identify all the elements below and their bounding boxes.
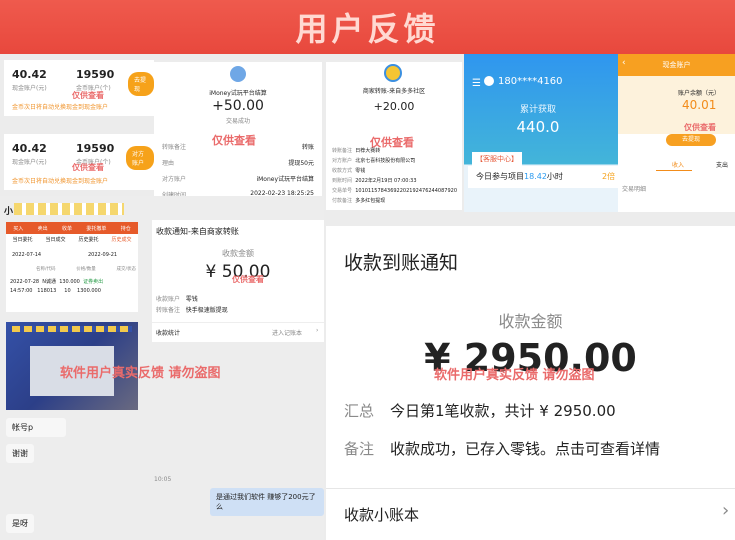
amount-label: 收款金额 <box>222 249 254 258</box>
balance-area <box>618 76 735 134</box>
cash-amount: 40.42 <box>12 142 47 155</box>
note-text: 收款成功，已存入零钱。点击可查看详情 <box>390 440 661 458</box>
chat-contact-name: 小 <box>4 207 14 217</box>
banner: 用户反馈 <box>0 0 735 54</box>
cash-header: ‹ 现金账户 <box>618 54 735 76</box>
table-row: 2022-07-28 N诚通 130.000 证券卖出 14:57:00 118… <box>10 279 104 294</box>
watermark: 仅供查看 <box>232 275 264 284</box>
receipt-amount: +20.00 <box>373 100 415 113</box>
footer-left: 收款统计 <box>156 330 181 337</box>
cash-label: 现金账户(元) <box>12 159 47 166</box>
thanks-bubble: 谢谢 <box>6 444 34 463</box>
account-button[interactable]: 对方账户 <box>126 146 154 170</box>
trading-tabs: 买入 卖出 收单 委托撤单 持仓 <box>6 222 138 234</box>
wallet-card-a: 40.42 现金账户(元) 19590 金币账户(个) 去提现 金币次日将自动兑… <box>4 60 154 116</box>
receipt-imoney: iMoney试玩平台结算 +50.00 交易成功 仅供查看 转账备注 转账 理由提… <box>154 62 322 218</box>
detail-list: 转账备注 日荐大赛转 对方账户 北京七喜科技股份有限公司 收款方式 零钱 到账时… <box>332 148 457 204</box>
total-amount: 440.0 <box>516 118 560 136</box>
detail-row: 转账备注 转账 <box>162 144 314 151</box>
withdraw-button[interactable]: 去提现 <box>128 72 154 96</box>
detail-row: 对方账户 iMoney试玩平台结算 <box>162 176 314 183</box>
cash-account-screen: ‹ 现金账户 账户余额（元） 40.01 仅供查看 去提现 收入 支出 交易明细 <box>618 54 735 212</box>
notice-card-big: 收款到账通知 收款金额 ¥ 2950.00 软件用户真实反馈 请勿盗图 汇总 今… <box>326 226 735 540</box>
amount-label: 收款金额 <box>498 312 563 331</box>
chevron-right-icon: › <box>722 500 730 521</box>
blurred-name <box>14 203 124 215</box>
watermark: 仅供查看 <box>72 163 104 172</box>
ledger-link[interactable]: 进入记账本 <box>272 328 302 337</box>
phone-number: 180****4160 <box>498 76 563 87</box>
receipt-amount: +50.00 <box>212 98 264 114</box>
reply-bubble: 是通过我们软件 赚够了200元了么 <box>210 488 324 516</box>
detail-label: 交易明细 <box>622 186 647 193</box>
notice-details: 收款账户 零钱 转账备注 快手极速版提现 <box>156 296 228 314</box>
menu-icon[interactable]: ☰ <box>472 78 481 89</box>
cash-label: 现金账户(元) <box>12 85 47 92</box>
cash-title: 现金账户 <box>662 61 691 69</box>
service-center-link[interactable]: 【客服中心】 <box>472 152 522 166</box>
date-from[interactable]: 2022-07-14 <box>12 252 41 258</box>
chat-time: 10:05 <box>154 476 172 483</box>
trading-screenshot: 买入 卖出 收单 委托撤单 持仓 当日委托 当日成交 历史委托 历史成交 2022-07-14… <box>6 222 138 312</box>
today-text: 今日参与项目18.42小时 <box>476 172 563 181</box>
watermark-long: 软件用户真实反馈 请勿盗图 <box>60 366 221 381</box>
merchant-name: iMoney试玩平台结算 <box>209 90 267 97</box>
divider <box>326 488 735 489</box>
balance-label: 账户余额（元） <box>678 90 721 97</box>
withdraw-button[interactable]: 去提现 <box>666 134 716 146</box>
divider <box>152 322 324 323</box>
ledger-link[interactable]: 收款小账本 <box>344 504 419 525</box>
cash-amount: 40.42 <box>12 68 47 81</box>
chevron-right-icon: › <box>316 327 319 334</box>
detail-row: 理由 提现50元 <box>162 160 314 167</box>
user-avatar-icon <box>230 66 246 82</box>
desktop-icons <box>12 326 132 332</box>
summary-text: 今日第1笔收款，共计 ¥ 2950.00 <box>390 402 616 420</box>
merchant-name: 商家转账-来自多多社区 <box>362 88 426 95</box>
total-label: 累计获取 <box>519 105 556 115</box>
watermark-long: 软件用户真实反馈 请勿盗图 <box>434 368 595 383</box>
coin-amount: 19590 <box>76 68 115 81</box>
coin-amount: 19590 <box>76 142 115 155</box>
watermark: 仅供查看 <box>72 91 104 100</box>
notice-card-small: 收款通知-来自商家转账 收款金额 ¥ 50.00 仅供查看 收款账户 零钱 转账… <box>152 220 324 342</box>
tab-underline <box>656 170 692 171</box>
app-earnings-screen: ☰ 180****4160 累计获取 440.0 【客服中心】 今日参与项目18… <box>464 54 618 212</box>
today-bar: 今日参与项目18.42小时 2倍 <box>468 166 618 188</box>
table-header: 名称/代码 价格/数量 成交/状态 <box>36 267 136 272</box>
notice-title: 收款通知-来自商家转账 <box>156 227 239 236</box>
date-to[interactable]: 2022-09-21 <box>88 252 117 258</box>
trading-subtabs: 当日委托 当日成交 历史委托 历史成交 <box>12 237 132 243</box>
avatar <box>484 76 494 86</box>
summary-label: 汇总 <box>344 402 375 420</box>
notice-title: 收款到账通知 <box>344 252 459 274</box>
note-label: 备注 <box>344 440 375 458</box>
wallet-card-b: 40.42 现金账户(元) 19590 金币账户(个) 对方账户 金币次日将自动… <box>4 134 154 190</box>
status-text: 交易成功 <box>225 118 250 125</box>
balance-amount: 40.01 <box>682 98 717 112</box>
account-bubble: 帐号p <box>6 418 66 437</box>
receipt-duoduo: 商家转账-来自多多社区 +20.00 仅供查看 转账备注 日荐大赛转 对方账户 … <box>326 62 462 210</box>
notice-text: 金币次日将自动兑换现金到现金账户 <box>12 178 109 185</box>
merchant-logo-icon <box>384 64 402 82</box>
tab-expense[interactable]: 支出 <box>716 160 728 169</box>
tab-income[interactable]: 收入 <box>672 160 684 169</box>
banner-title: 用户反馈 <box>295 10 440 48</box>
watermark: 仅供查看 <box>684 123 716 132</box>
notice-text: 金币次日将自动兑换现金到现金账户 <box>12 104 109 111</box>
yes-bubble: 是呀 <box>6 514 34 533</box>
multiplier-text: 2倍 <box>602 172 616 181</box>
